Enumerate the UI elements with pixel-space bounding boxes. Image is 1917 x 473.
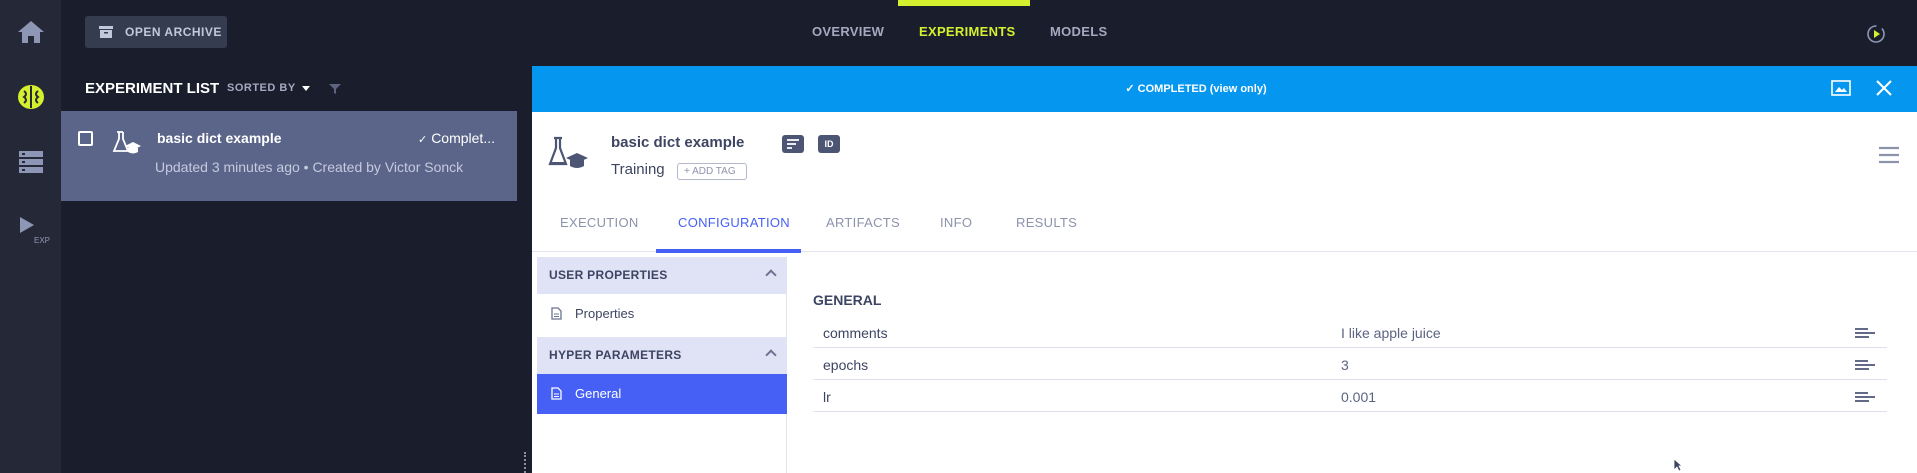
tab-execution[interactable]: EXECUTION bbox=[560, 215, 639, 230]
filter-button[interactable] bbox=[329, 82, 341, 100]
experiment-type-icon bbox=[546, 134, 590, 179]
activity-button[interactable] bbox=[1865, 23, 1887, 50]
top-bar: OPEN ARCHIVE OVERVIEW EXPERIMENTS MODELS bbox=[61, 0, 1917, 66]
section-item-properties-label: Properties bbox=[575, 306, 635, 321]
rail-exp-label: EXP bbox=[34, 236, 50, 245]
datasets-icon bbox=[18, 151, 43, 173]
tab-models[interactable]: MODELS bbox=[1050, 24, 1107, 39]
sort-dropdown[interactable]: SORTED BY bbox=[227, 82, 310, 94]
section-user-properties-title: USER PROPERTIES bbox=[549, 268, 668, 282]
row-checkbox[interactable] bbox=[78, 131, 93, 146]
experiment-type: Training bbox=[611, 161, 665, 178]
close-button[interactable] bbox=[1875, 79, 1893, 102]
training-type-icon bbox=[111, 129, 141, 162]
experiment-list-title: EXPERIMENT LIST bbox=[85, 80, 220, 97]
config-row: lr 0.001 bbox=[813, 380, 1887, 412]
home-nav-button[interactable] bbox=[0, 8, 61, 56]
config-row: epochs 3 bbox=[813, 348, 1887, 380]
experiment-name: basic dict example bbox=[157, 130, 282, 146]
pipeline-icon: EXP bbox=[19, 217, 50, 245]
active-tab-indicator bbox=[898, 0, 1030, 6]
brain-icon bbox=[17, 85, 44, 109]
config-key: epochs bbox=[823, 357, 869, 373]
config-key: comments bbox=[823, 325, 888, 341]
description-icon[interactable] bbox=[1855, 327, 1875, 339]
section-user-properties[interactable]: USER PROPERTIES bbox=[537, 257, 787, 294]
notes-icon bbox=[787, 139, 799, 149]
sorted-by-label: SORTED BY bbox=[227, 82, 296, 94]
play-circle-icon bbox=[1867, 25, 1885, 43]
pipelines-nav-button[interactable]: EXP bbox=[0, 203, 61, 255]
home-icon bbox=[17, 21, 44, 43]
main-tabs: OVERVIEW EXPERIMENTS MODELS bbox=[61, 0, 1917, 66]
tab-experiments[interactable]: EXPERIMENTS bbox=[919, 24, 1015, 39]
description-icon[interactable] bbox=[1855, 359, 1875, 371]
mouse-cursor-icon bbox=[1673, 458, 1683, 472]
config-key: lr bbox=[823, 389, 831, 405]
detail-experiment-name[interactable]: basic dict example bbox=[611, 134, 744, 151]
add-tag-button[interactable]: + ADD TAG bbox=[677, 163, 747, 180]
panel-splitter[interactable] bbox=[517, 66, 531, 473]
tab-info[interactable]: INFO bbox=[940, 215, 972, 230]
tab-artifacts[interactable]: ARTIFACTS bbox=[826, 215, 900, 230]
filter-icon bbox=[329, 84, 341, 94]
document-icon bbox=[551, 307, 562, 320]
configuration-sidebar: USER PROPERTIES Properties HYPER PARAMET… bbox=[537, 257, 787, 473]
notes-button[interactable] bbox=[782, 135, 804, 153]
datasets-nav-button[interactable] bbox=[0, 138, 61, 186]
chevron-up-icon bbox=[765, 269, 777, 281]
tab-results[interactable]: RESULTS bbox=[1016, 215, 1077, 230]
tab-configuration[interactable]: CONFIGURATION bbox=[678, 215, 790, 230]
experiment-status-label: Complet... bbox=[431, 130, 495, 146]
check-icon: ✓ bbox=[417, 134, 428, 146]
config-value: I like apple juice bbox=[1341, 325, 1441, 341]
hamburger-menu-icon bbox=[1879, 146, 1899, 164]
experiments-nav-button[interactable] bbox=[0, 73, 61, 121]
experiment-meta: Updated 3 minutes ago • Created by Victo… bbox=[155, 159, 464, 175]
banner-status: ✓ COMPLETED (view only) bbox=[1125, 83, 1267, 95]
experiment-detail-panel: ✓ COMPLETED (view only) basic dict examp… bbox=[532, 66, 1917, 473]
id-button[interactable]: ID bbox=[818, 135, 840, 153]
description-icon[interactable] bbox=[1855, 391, 1875, 403]
document-icon bbox=[551, 387, 562, 400]
left-rail: EXP bbox=[0, 0, 61, 473]
config-value: 3 bbox=[1341, 357, 1349, 373]
status-banner: ✓ COMPLETED (view only) bbox=[532, 66, 1917, 112]
section-item-general[interactable]: General bbox=[537, 374, 787, 414]
chevron-up-icon bbox=[765, 349, 777, 361]
section-hyper-parameters[interactable]: HYPER PARAMETERS bbox=[537, 337, 787, 374]
section-item-properties[interactable]: Properties bbox=[537, 294, 787, 334]
config-value: 0.001 bbox=[1341, 389, 1377, 405]
experiment-row[interactable]: basic dict example ✓ Complet... Updated 3… bbox=[61, 111, 517, 201]
full-screen-button[interactable] bbox=[1831, 80, 1851, 101]
tab-overview[interactable]: OVERVIEW bbox=[812, 24, 884, 39]
add-tag-label: ADD TAG bbox=[692, 166, 736, 177]
section-hyper-parameters-title: HYPER PARAMETERS bbox=[549, 348, 682, 362]
experiment-status: ✓ Complet... bbox=[418, 130, 495, 146]
config-row: comments I like apple juice bbox=[813, 316, 1887, 348]
close-icon bbox=[1876, 80, 1892, 96]
image-icon bbox=[1831, 80, 1851, 96]
active-detail-tab-indicator bbox=[656, 249, 801, 253]
banner-status-text: COMPLETED (view only) bbox=[1137, 83, 1267, 95]
experiment-list-panel: EXPERIMENT LIST SORTED BY basic dict exa… bbox=[61, 66, 517, 473]
config-section-title: GENERAL bbox=[813, 292, 882, 308]
section-item-general-label: General bbox=[575, 386, 622, 401]
caret-down-icon bbox=[301, 85, 310, 91]
resize-handle-icon[interactable] bbox=[524, 452, 528, 473]
more-menu-button[interactable] bbox=[1879, 146, 1899, 169]
